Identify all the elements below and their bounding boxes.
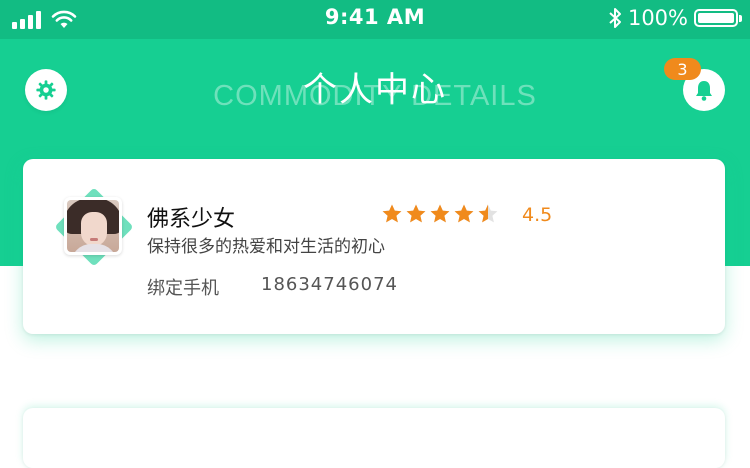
phone-label: 绑定手机 [147,278,219,299]
battery-icon [694,9,742,27]
user-name: 佛系少女 [147,207,236,232]
settings-button[interactable] [25,69,67,111]
status-right: 100% [608,6,742,30]
page-title: 个人中心 [303,70,447,110]
profile-card: 佛系少女 4.5 保持很多的热爱和对生活的初心 绑定手机 18634746074 [23,159,725,334]
avatar-wrapper[interactable] [54,187,134,267]
notification-badge: 3 [664,58,701,80]
battery-fill [698,13,734,23]
rating-value: 4.5 [522,204,553,226]
avatar[interactable] [64,197,122,255]
status-bar: 9:41 AM 100% [0,0,750,39]
bell-icon [696,81,712,101]
avatar-photo [67,200,119,252]
secondary-card [23,408,725,468]
bluetooth-icon [609,8,621,28]
star-full-icon [454,204,474,223]
user-motto: 保持很多的热爱和对生活的初心 [147,237,385,257]
star-half-icon [478,204,498,223]
rating-stars [381,203,499,225]
star-full-icon [430,204,450,223]
phone-number: 18634746074 [261,274,398,295]
star-full-icon [406,204,426,223]
battery-percent: 100% [627,6,688,30]
gear-icon [36,80,56,100]
star-full-icon [382,204,402,223]
